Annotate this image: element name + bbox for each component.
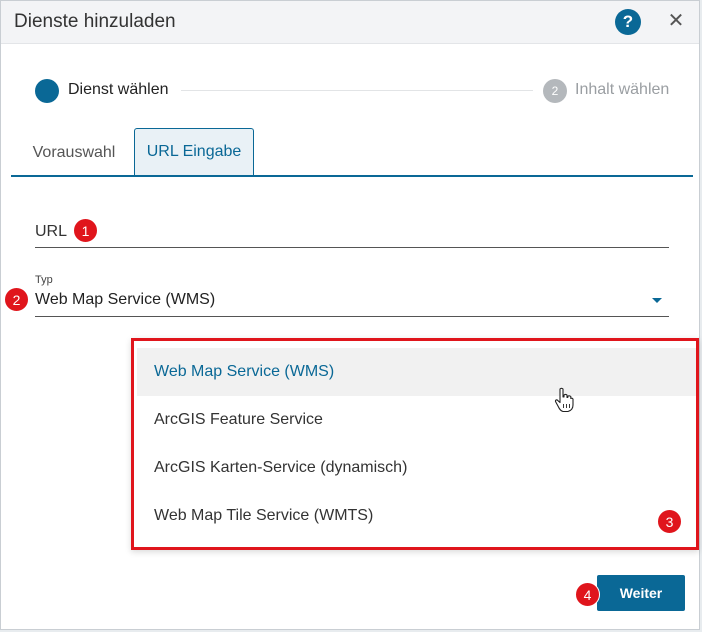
annotation-badge-2: 2 — [4, 287, 29, 312]
dropdown-option-wmts[interactable]: Web Map Tile Service (WMTS) — [137, 492, 696, 540]
close-button[interactable]: ✕ — [665, 10, 687, 32]
tab-vorauswahl[interactable]: Vorauswahl — [21, 131, 127, 175]
type-field-label: Typ — [35, 274, 53, 286]
hand-cursor-icon — [554, 387, 574, 413]
dropdown-arrow-icon[interactable] — [652, 298, 662, 303]
help-button[interactable]: ? — [615, 9, 641, 35]
step1-indicator — [35, 79, 59, 103]
annotation-badge-1: 1 — [73, 218, 98, 243]
type-select[interactable] — [35, 316, 669, 317]
tab-url-eingabe[interactable]: URL Eingabe — [134, 128, 254, 175]
dropdown-option-wms[interactable]: Web Map Service (WMS) — [137, 348, 696, 396]
type-dropdown-list: Web Map Service (WMS) ArcGIS Feature Ser… — [131, 338, 699, 550]
step1-label: Dienst wählen — [68, 81, 169, 98]
step2-label: Inhalt wählen — [575, 81, 670, 98]
dialog-title: Dienste hinzuladen — [14, 11, 176, 32]
dropdown-option-arcgis-map[interactable]: ArcGIS Karten-Service (dynamisch) — [137, 444, 696, 492]
url-input[interactable] — [35, 247, 669, 248]
type-select-value[interactable]: Web Map Service (WMS) — [35, 291, 215, 309]
stepper-connector — [181, 90, 533, 91]
url-field-label[interactable]: URL — [35, 223, 67, 241]
next-button[interactable]: Weiter — [597, 575, 685, 611]
annotation-badge-3: 3 — [657, 509, 682, 534]
tab-bar-divider — [11, 175, 693, 177]
add-services-dialog: Dienste hinzuladen ? ✕ Dienst wählen 2 I… — [0, 0, 700, 630]
annotation-badge-4: 4 — [575, 582, 600, 607]
dialog-header: Dienste hinzuladen ? ✕ — [1, 1, 699, 44]
step2-indicator: 2 — [543, 79, 567, 103]
dropdown-option-arcgis-feature[interactable]: ArcGIS Feature Service — [137, 396, 696, 444]
